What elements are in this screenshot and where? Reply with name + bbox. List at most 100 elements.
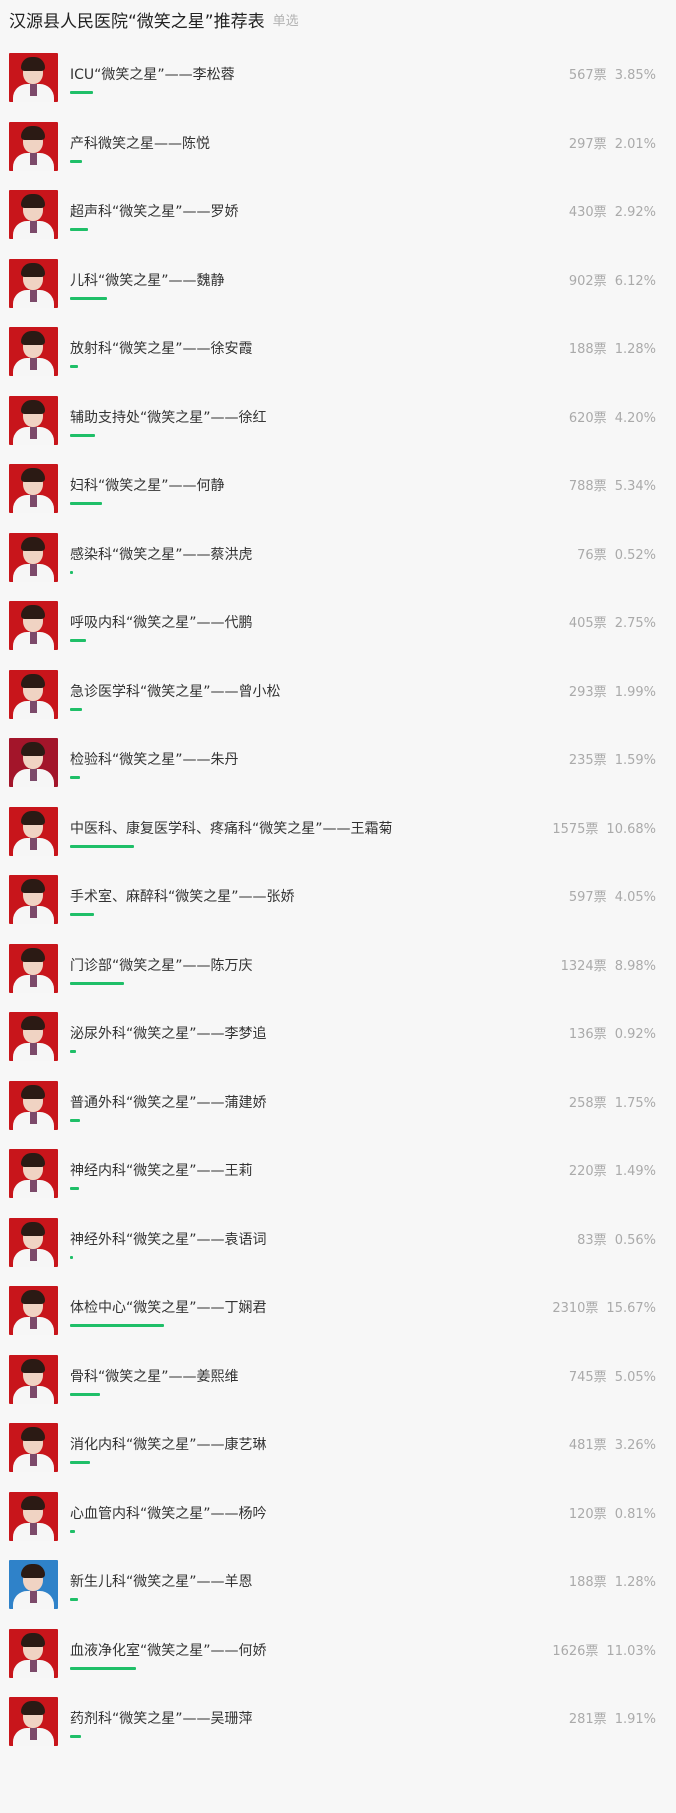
collar-shape (30, 426, 37, 439)
candidate-name: 神经内科“微笑之星”——王莉 (70, 1163, 253, 1179)
vote-progress-bar (70, 913, 94, 916)
candidate-avatar (9, 121, 58, 171)
vote-count: 297票 (568, 136, 607, 152)
hair-shape (21, 810, 45, 825)
vote-percent: 0.92% (614, 1027, 656, 1042)
collar-shape (30, 1522, 37, 1535)
candidate-avatar (9, 806, 58, 856)
hair-shape (21, 468, 45, 482)
candidate-row[interactable]: 放射科“微笑之星”——徐安霞 188票 1.28% (0, 322, 676, 391)
vote-progress-bar (70, 776, 80, 779)
candidate-avatar (9, 53, 58, 102)
vote-stats: 1575票 10.68% (552, 818, 656, 837)
vote-stats: 83票 0.56% (577, 1229, 656, 1248)
candidate-name: 中医科、康复医学科、疼痛科“微笑之星”——王霜菊 (70, 820, 393, 837)
candidate-row[interactable]: 新生儿科“微笑之星”——羊恩 188票 1.28% (0, 1555, 676, 1624)
candidate-row[interactable]: 血液净化室“微笑之星”——何娇 1626票 11.03% (0, 1624, 676, 1693)
vote-stats: 136票 0.92% (569, 1023, 656, 1042)
candidate-row[interactable]: 泌尿外科“微笑之星”——李梦追 136票 0.92% (0, 1007, 676, 1076)
vote-percent: 0.56% (614, 1232, 656, 1248)
vote-progress-bar (70, 159, 82, 163)
collar-shape (30, 152, 37, 165)
vote-stats: 188票 1.28% (569, 1571, 656, 1590)
candidate-row[interactable]: 手术室、麻醉科“微笑之星”——张娇 597票 4.05% (0, 870, 676, 939)
collar-shape (30, 1043, 37, 1055)
vote-count: 430票 (568, 205, 607, 220)
collar-shape (30, 1317, 37, 1329)
vote-percent: 11.03% (606, 1643, 656, 1659)
candidate-row[interactable]: 神经内科“微笑之星”——王莉 220票 1.49% (0, 1144, 676, 1213)
candidate-avatar (9, 1560, 58, 1609)
collar-shape (30, 1248, 37, 1261)
candidate-row[interactable]: 急诊医学科“微笑之星”——曾小松 293票 1.99% (0, 665, 676, 734)
vote-stats: 235票 1.59% (569, 749, 656, 768)
candidate-name: 检验科“微笑之星”——朱丹 (70, 752, 239, 768)
vote-stats: 281票 1.91% (569, 1708, 656, 1727)
vote-count: 481票 (568, 1438, 607, 1453)
candidate-row[interactable]: 神经外科“微笑之星”——袁语词 83票 0.56% (0, 1213, 676, 1282)
candidate-avatar (9, 1423, 58, 1472)
hair-shape (21, 673, 45, 688)
candidate-row[interactable]: 心血管内科“微笑之星”——杨吟 120票 0.81% (0, 1487, 676, 1556)
candidate-row[interactable]: 儿科“微笑之星”——魏静 902票 6.12% (0, 254, 676, 323)
collar-shape (30, 289, 37, 302)
candidate-row[interactable]: 感染科“微笑之星”——蔡洪虎 76票 0.52% (0, 528, 676, 597)
candidate-name: 普通外科“微笑之星”——蒲建娇 (70, 1094, 267, 1111)
vote-count: 258票 (568, 1095, 607, 1111)
candidate-avatar (9, 738, 58, 787)
candidate-row[interactable]: 体检中心“微笑之星”——丁娴君 2310票 15.67% (0, 1281, 676, 1350)
vote-stats: 2310票 15.67% (552, 1297, 656, 1316)
candidate-row[interactable]: 中医科、康复医学科、疼痛科“微笑之星”——王霜菊 1575票 10.68% (0, 802, 676, 871)
candidate-row[interactable]: 辅助支持处“微笑之星”——徐红 620票 4.20% (0, 391, 676, 460)
candidate-avatar (9, 601, 58, 650)
candidate-row[interactable]: 消化内科“微笑之星”——康艺琳 481票 3.26% (0, 1418, 676, 1487)
vote-percent: 1.28% (614, 342, 656, 357)
collar-shape (30, 1385, 37, 1398)
candidate-row[interactable]: 呼吸内科“微笑之星”——代鹏 405票 2.75% (0, 596, 676, 665)
vote-percent: 0.52% (614, 547, 656, 563)
vote-percent: 4.20% (614, 410, 656, 426)
candidate-avatar (9, 1286, 58, 1335)
vote-count: 1324票 (560, 958, 607, 974)
candidate-avatar (9, 1354, 58, 1404)
candidate-name: 辅助支持处“微笑之星”——徐红 (70, 409, 267, 426)
collar-shape (30, 1180, 37, 1192)
vote-percent: 1.75% (614, 1095, 656, 1111)
candidate-row[interactable]: 药剂科“微笑之星”——吴珊萍 281票 1.91% (0, 1692, 676, 1761)
vote-count: 405票 (568, 616, 607, 631)
vote-count: 136票 (568, 1027, 607, 1042)
vote-stats: 405票 2.75% (569, 612, 656, 631)
hair-shape (21, 262, 45, 277)
candidate-name: 手术室、麻醉科“微笑之星”——张娇 (70, 889, 295, 905)
vote-percent: 0.81% (614, 1506, 656, 1522)
vote-stats: 188票 1.28% (569, 338, 656, 357)
candidate-name: 产科微笑之星——陈悦 (70, 135, 210, 152)
vote-percent: 5.34% (614, 479, 656, 494)
vote-count: 220票 (568, 1164, 607, 1179)
hair-shape (21, 399, 45, 414)
candidate-name: 体检中心“微笑之星”——丁娴君 (70, 1300, 267, 1316)
candidate-row[interactable]: 骨科“微笑之星”——姜熙维 745票 5.05% (0, 1350, 676, 1419)
vote-percent: 3.85% (614, 68, 656, 83)
candidate-name: 神经外科“微笑之星”——袁语词 (70, 1231, 267, 1248)
vote-progress-bar (70, 1461, 90, 1464)
candidate-row[interactable]: 检验科“微笑之星”——朱丹 235票 1.59% (0, 733, 676, 802)
vote-count: 788票 (568, 479, 607, 494)
candidate-row[interactable]: 普通外科“微笑之星”——蒲建娇 258票 1.75% (0, 1076, 676, 1145)
candidate-name: 血液净化室“微笑之星”——何娇 (70, 1642, 267, 1659)
vote-count: 597票 (568, 890, 607, 905)
candidate-avatar (9, 1012, 58, 1061)
candidate-row[interactable]: 产科微笑之星——陈悦 297票 2.01% (0, 117, 676, 186)
candidate-row[interactable]: 门诊部“微笑之星”——陈万庆 1324票 8.98% (0, 939, 676, 1008)
vote-stats: 597票 4.05% (569, 886, 656, 905)
candidate-row[interactable]: ICU“微笑之星”——李松蓉 567票 3.85% (0, 48, 676, 117)
vote-percent: 1.28% (614, 1575, 656, 1590)
candidate-row[interactable]: 妇科“微笑之星”——何静 788票 5.34% (0, 459, 676, 528)
vote-progress-bar (70, 707, 82, 711)
collar-shape (30, 1454, 37, 1466)
candidate-row[interactable]: 超声科“微笑之星”——罗娇 430票 2.92% (0, 185, 676, 254)
vote-stats: 120票 0.81% (569, 1503, 656, 1522)
collar-shape (30, 563, 37, 576)
collar-shape (30, 1659, 37, 1672)
vote-percent: 8.98% (614, 958, 656, 974)
